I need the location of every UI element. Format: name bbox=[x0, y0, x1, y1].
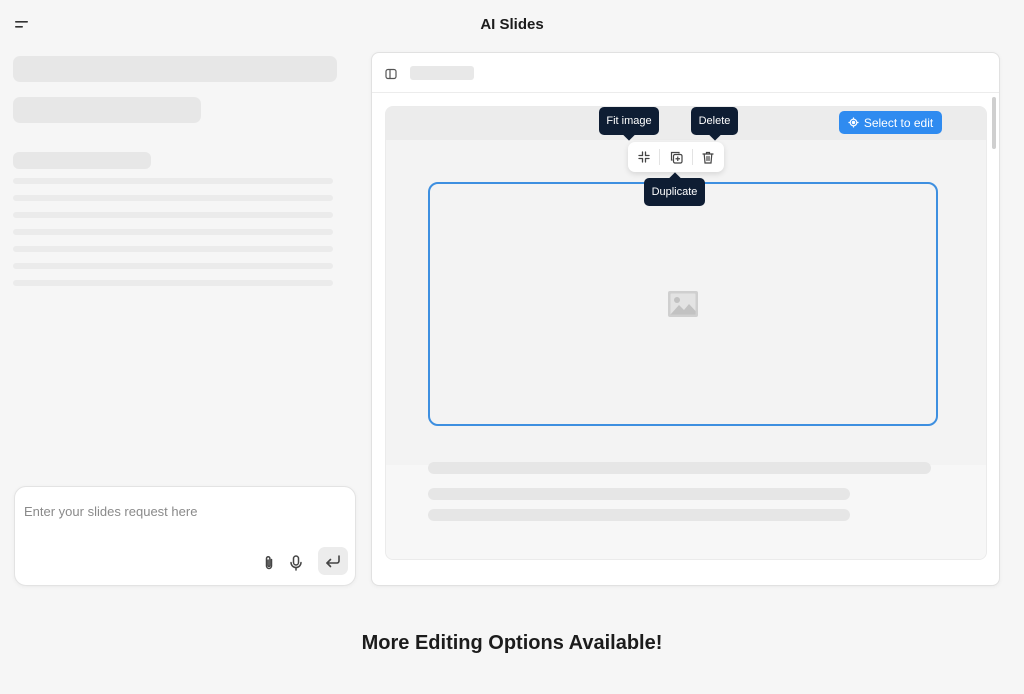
tooltip-delete-text: Delete bbox=[698, 115, 731, 127]
fit-image-button[interactable] bbox=[628, 142, 659, 172]
fit-image-icon bbox=[638, 151, 650, 163]
paperclip-icon[interactable] bbox=[259, 553, 279, 573]
duplicate-icon bbox=[670, 151, 683, 164]
skeleton-text-line bbox=[428, 509, 850, 521]
tooltip-duplicate-text: Duplicate bbox=[651, 186, 698, 198]
select-to-edit-label: Select to edit bbox=[863, 115, 934, 130]
slide-canvas: Select to edit bbox=[385, 106, 987, 560]
panel-header bbox=[372, 53, 999, 93]
image-placeholder-icon bbox=[668, 291, 698, 317]
skeleton-text-line bbox=[428, 488, 850, 500]
tooltip-fit-image-text: Fit image bbox=[606, 115, 652, 127]
microphone-icon[interactable] bbox=[286, 553, 306, 573]
prompt-box bbox=[14, 486, 356, 586]
submit-button[interactable] bbox=[318, 547, 348, 575]
skeleton-text-line bbox=[13, 280, 333, 286]
delete-button[interactable] bbox=[693, 142, 724, 172]
skeleton-subtitle-line bbox=[13, 97, 201, 123]
footer-caption: More Editing Options Available! bbox=[361, 632, 663, 654]
skeleton-text-line bbox=[428, 462, 931, 474]
panel-scrollbar[interactable] bbox=[992, 97, 996, 149]
skeleton-text-line bbox=[13, 229, 333, 235]
skeleton-text-line bbox=[13, 246, 333, 252]
duplicate-button[interactable] bbox=[660, 142, 691, 172]
tooltip-duplicate: Duplicate bbox=[644, 172, 705, 206]
preview-panel: Select to edit Fit image Delete Duplicat… bbox=[371, 52, 1000, 586]
select-to-edit-button[interactable]: Select to edit bbox=[839, 111, 942, 134]
target-icon bbox=[848, 117, 859, 128]
skeleton-heading-line bbox=[13, 152, 151, 169]
image-toolbar bbox=[628, 142, 724, 172]
enter-arrow-icon bbox=[326, 555, 340, 568]
image-placeholder[interactable] bbox=[428, 182, 938, 426]
trash-icon bbox=[702, 151, 714, 164]
skeleton-text-line bbox=[13, 212, 333, 218]
tooltip-delete: Delete bbox=[691, 107, 738, 141]
prompt-input[interactable] bbox=[24, 499, 344, 523]
panel-title-placeholder bbox=[410, 66, 474, 80]
skeleton-text-line bbox=[13, 178, 333, 184]
slide-text-area bbox=[386, 462, 986, 559]
skeleton-text-line bbox=[13, 263, 333, 269]
tooltip-fit-image: Fit image bbox=[599, 107, 659, 141]
skeleton-text-line bbox=[13, 195, 333, 201]
skeleton-title-line bbox=[13, 56, 337, 82]
sidebar-toggle-icon[interactable] bbox=[385, 67, 397, 80]
app-root: AI Slides Enter your slides request here… bbox=[0, 0, 1024, 694]
app-title: AI Slides bbox=[480, 16, 544, 33]
